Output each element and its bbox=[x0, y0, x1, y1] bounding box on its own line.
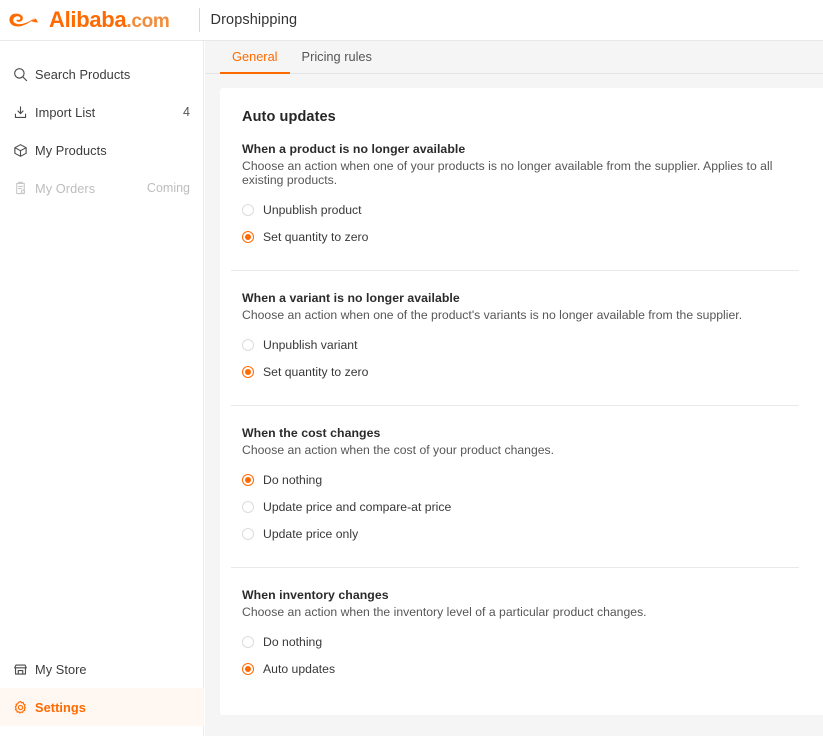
import-download-icon bbox=[5, 105, 35, 120]
radio-indicator[interactable] bbox=[242, 527, 254, 540]
page-title: Auto updates bbox=[242, 109, 336, 125]
sidebar-item-my-orders: My Orders Coming bbox=[0, 169, 204, 207]
radio-label: Do nothing bbox=[263, 634, 323, 649]
sidebar-nav-secondary: My Store Settings bbox=[0, 650, 204, 726]
radio-option-variant-set-quantity-zero[interactable]: Set quantity to zero bbox=[242, 358, 799, 385]
radio-option-set-quantity-zero[interactable]: Set quantity to zero bbox=[242, 223, 799, 250]
section-description: Choose an action when the inventory leve… bbox=[242, 605, 647, 619]
radio-indicator-selected[interactable] bbox=[242, 473, 254, 486]
radio-label: Set quantity to zero bbox=[263, 229, 369, 244]
section-description: Choose an action when one of your produc… bbox=[242, 159, 773, 187]
radio-option-unpublish-variant[interactable]: Unpublish variant bbox=[242, 331, 799, 358]
alibaba-swirl-icon bbox=[9, 13, 38, 27]
header-divider bbox=[198, 8, 200, 32]
app-title: Dropshipping bbox=[210, 12, 298, 28]
radio-label: Update price and compare-at price bbox=[263, 499, 452, 514]
box-cube-icon bbox=[5, 143, 35, 158]
section-title: When a product is no longer available bbox=[242, 142, 466, 156]
sidebar-item-label: Settings bbox=[35, 699, 86, 715]
radio-indicator[interactable] bbox=[242, 500, 254, 513]
tab-label: Pricing rules bbox=[301, 49, 372, 65]
section-title: When the cost changes bbox=[242, 426, 381, 440]
section-title: When a variant is no longer available bbox=[242, 291, 460, 305]
alibaba-logo[interactable]: Alibaba.com bbox=[8, 7, 170, 33]
sidebar-item-label: Import List bbox=[35, 104, 96, 120]
sidebar-nav-primary: Search Products Import List 4 My Product… bbox=[0, 55, 204, 207]
logo-wordmark: Alibaba.com bbox=[49, 7, 170, 32]
content-area: General Pricing rules Auto updates When … bbox=[205, 41, 823, 736]
app-header: Alibaba.com Dropshipping bbox=[0, 0, 823, 41]
dropshipping-app-window: Alibaba.com Dropshipping Search Products bbox=[0, 0, 823, 736]
radio-label: Update price only bbox=[263, 526, 359, 541]
tab-label: General bbox=[232, 49, 278, 65]
clipboard-orders-icon bbox=[5, 181, 35, 196]
tab-general[interactable]: General bbox=[220, 49, 290, 74]
section-cost-changes: When the cost changes Choose an action w… bbox=[231, 405, 799, 547]
import-list-count-badge: 4 bbox=[183, 105, 190, 119]
auto-updates-card: Auto updates When a product is no longer… bbox=[220, 88, 823, 715]
radio-label: Unpublish product bbox=[263, 202, 362, 217]
sidebar-item-my-store[interactable]: My Store bbox=[0, 650, 204, 688]
tab-pricing-rules[interactable]: Pricing rules bbox=[290, 49, 384, 73]
radio-indicator[interactable] bbox=[242, 203, 254, 216]
sidebar: Search Products Import List 4 My Product… bbox=[0, 41, 204, 736]
sidebar-item-settings[interactable]: Settings bbox=[0, 688, 204, 726]
radio-option-unpublish-product[interactable]: Unpublish product bbox=[242, 196, 799, 223]
radio-indicator[interactable] bbox=[242, 338, 254, 351]
storefront-icon bbox=[5, 662, 35, 677]
radio-option-inventory-auto-updates[interactable]: Auto updates bbox=[242, 655, 799, 682]
sidebar-item-label: My Store bbox=[35, 661, 87, 677]
radio-label: Unpublish variant bbox=[263, 337, 358, 352]
section-title: When inventory changes bbox=[242, 588, 389, 602]
section-inventory-changes: When inventory changes Choose an action … bbox=[231, 567, 799, 682]
sidebar-item-import-list[interactable]: Import List 4 bbox=[0, 93, 204, 131]
section-product-unavailable: When a product is no longer available Ch… bbox=[231, 125, 799, 250]
section-description: Choose an action when the cost of your p… bbox=[242, 443, 555, 457]
section-description: Choose an action when one of the product… bbox=[242, 308, 743, 322]
sidebar-item-search-products[interactable]: Search Products bbox=[0, 55, 204, 93]
radio-option-cost-do-nothing[interactable]: Do nothing bbox=[242, 466, 799, 493]
sidebar-item-label: Search Products bbox=[35, 66, 131, 82]
radio-label: Auto updates bbox=[263, 661, 336, 676]
search-icon bbox=[5, 67, 35, 82]
card-body: Auto updates When a product is no longer… bbox=[220, 88, 823, 682]
settings-tabbar: General Pricing rules bbox=[205, 41, 823, 74]
radio-indicator-selected[interactable] bbox=[242, 662, 254, 675]
radio-option-update-price-and-compare-at[interactable]: Update price and compare-at price bbox=[242, 493, 799, 520]
sidebar-item-my-products[interactable]: My Products bbox=[0, 131, 204, 169]
coming-soon-badge: Coming bbox=[146, 181, 190, 195]
radio-label: Do nothing bbox=[263, 472, 323, 487]
radio-option-inventory-do-nothing[interactable]: Do nothing bbox=[242, 628, 799, 655]
radio-indicator[interactable] bbox=[242, 635, 254, 648]
gear-icon bbox=[5, 700, 35, 715]
sidebar-item-label: My Products bbox=[35, 142, 107, 158]
radio-option-update-price-only[interactable]: Update price only bbox=[242, 520, 799, 547]
radio-indicator-selected[interactable] bbox=[242, 230, 254, 243]
radio-label: Set quantity to zero bbox=[263, 364, 369, 379]
radio-indicator-selected[interactable] bbox=[242, 365, 254, 378]
section-variant-unavailable: When a variant is no longer available Ch… bbox=[231, 270, 799, 385]
sidebar-item-label: My Orders bbox=[35, 180, 96, 196]
